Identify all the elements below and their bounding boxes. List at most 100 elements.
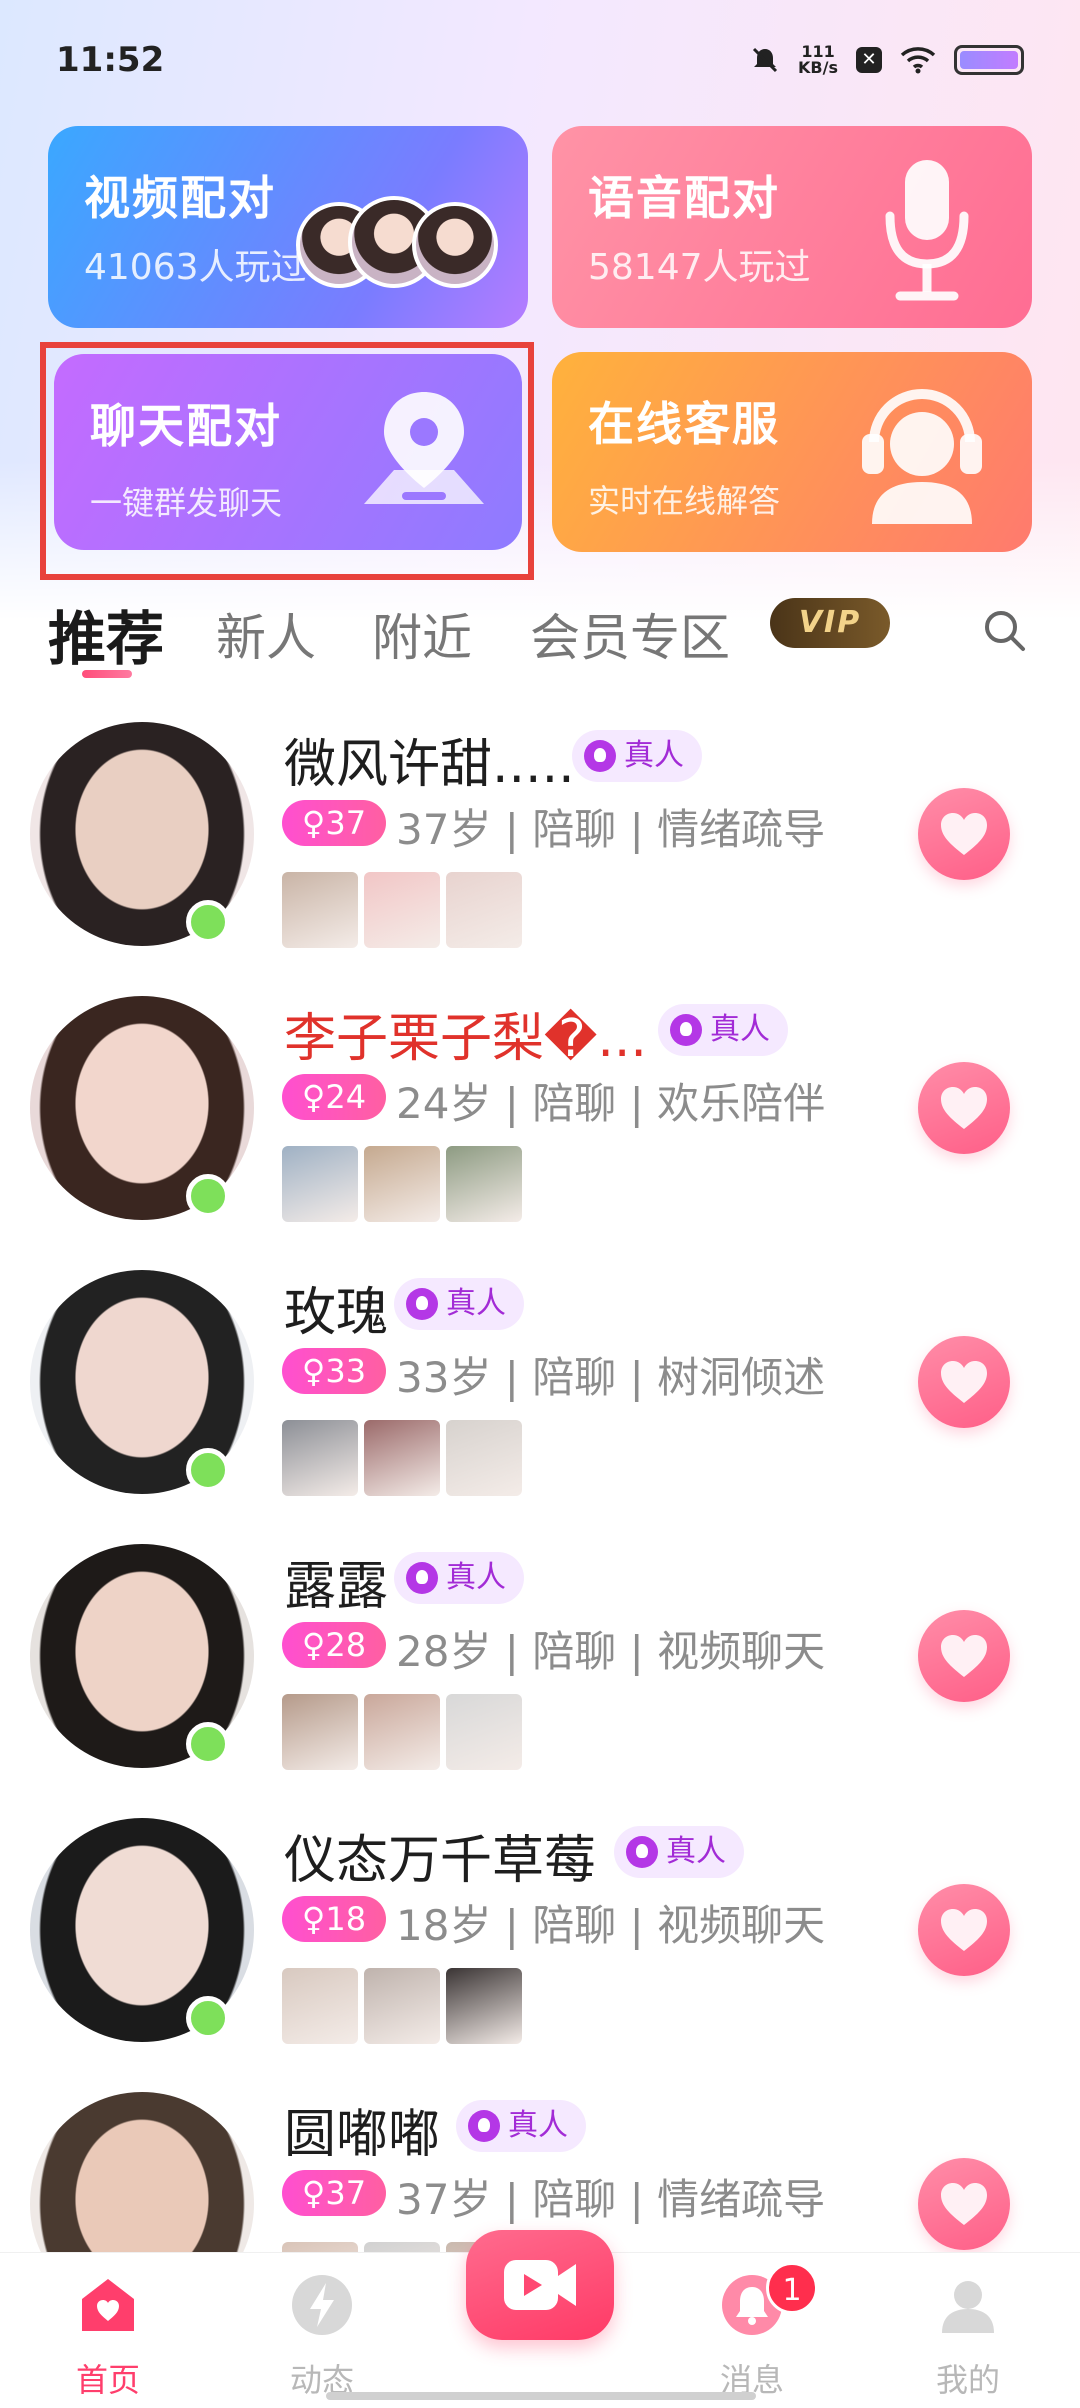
photo-thumbnail[interactable]: [446, 872, 522, 948]
user-tags: 37岁 | 陪聊 | 情绪疏导: [396, 805, 826, 854]
vip-badge[interactable]: VIP: [770, 598, 890, 648]
nav-mine[interactable]: 我的: [898, 2273, 1038, 2401]
status-icons: 111 KB/s ✕: [750, 44, 1024, 76]
photo-thumbnails: [282, 1146, 522, 1222]
like-button[interactable]: [918, 1884, 1010, 1976]
user-list-item[interactable]: 玫瑰 真人 ♀33 33岁 | 陪聊 | 树洞倾述: [0, 1248, 1080, 1522]
tab-new[interactable]: 新人: [216, 598, 316, 670]
photo-thumbnail[interactable]: [364, 1694, 440, 1770]
lightning-icon: [292, 2275, 352, 2335]
user-name: 仪态万千草莓: [284, 1831, 597, 1891]
avatar: [412, 202, 498, 288]
photo-thumbnail[interactable]: [364, 1420, 440, 1496]
online-status-dot: [186, 900, 230, 944]
photo-thumbnail[interactable]: [282, 1968, 358, 2044]
gender-age-badge: ♀37: [282, 2170, 386, 2216]
real-person-badge: 真人: [614, 1826, 744, 1878]
real-person-label: 真人: [666, 1834, 726, 1869]
photo-thumbnail[interactable]: [282, 1146, 358, 1222]
like-button[interactable]: [918, 1336, 1010, 1428]
video-match-title: 视频配对: [84, 171, 276, 225]
real-person-badge: 真人: [394, 1278, 524, 1330]
net-speed-unit: KB/s: [798, 58, 838, 77]
user-name: 露露: [284, 1557, 389, 1617]
photo-thumbnail[interactable]: [282, 1420, 358, 1496]
heart-icon: [941, 813, 987, 855]
like-button[interactable]: [918, 1062, 1010, 1154]
photo-thumbnail[interactable]: [446, 1146, 522, 1222]
user-tags: 28岁 | 陪聊 | 视频聊天: [396, 1627, 826, 1676]
verified-icon: [670, 1014, 702, 1046]
status-bar: 11:52 111 KB/s ✕: [0, 0, 1080, 120]
online-status-dot: [186, 1174, 230, 1218]
age-value: 18: [325, 1900, 367, 1938]
like-button[interactable]: [918, 1610, 1010, 1702]
photo-thumbnail[interactable]: [364, 872, 440, 948]
female-icon: ♀: [301, 1078, 326, 1116]
gender-age-badge: ♀18: [282, 1896, 386, 1942]
tab-recommend[interactable]: 推荐: [48, 592, 164, 676]
video-call-button[interactable]: [466, 2230, 614, 2340]
avatar-stack: [296, 196, 526, 296]
tab-vip-zone[interactable]: 会员专区: [530, 598, 730, 670]
age-value: 33: [325, 1352, 367, 1390]
video-camera-icon: [504, 2260, 576, 2310]
heart-icon: [941, 1087, 987, 1129]
verified-icon: [406, 1288, 438, 1320]
real-person-label: 真人: [508, 2108, 568, 2143]
heart-icon: [941, 2183, 987, 2225]
photo-thumbnail[interactable]: [282, 872, 358, 948]
user-list-item[interactable]: 李子栗子梨�... 真人 ♀24 24岁 | 陪聊 | 欢乐陪伴: [0, 974, 1080, 1248]
nav-moments[interactable]: 动态: [252, 2273, 392, 2401]
age-value: 37: [325, 804, 367, 842]
photo-thumbnail[interactable]: [446, 1968, 522, 2044]
microphone-icon: [885, 160, 969, 301]
user-name: 圆嘟嘟: [284, 2105, 441, 2165]
verified-icon: [406, 1562, 438, 1594]
voice-match-subtitle: 58147人玩过: [588, 247, 811, 288]
user-list-item[interactable]: 微风许甜..... 真人 ♀37 37岁 | 陪聊 | 情绪疏导: [0, 700, 1080, 974]
wifi-icon: [900, 47, 936, 74]
real-person-label: 真人: [710, 1012, 770, 1047]
nav-home[interactable]: 首页: [38, 2273, 178, 2401]
user-tags: 37岁 | 陪聊 | 情绪疏导: [396, 2175, 826, 2224]
photo-thumbnails: [282, 872, 522, 948]
search-icon[interactable]: [980, 606, 1030, 656]
real-person-label: 真人: [624, 738, 684, 773]
voice-match-title: 语音配对: [588, 171, 780, 225]
voice-match-card[interactable]: 语音配对 58147人玩过: [552, 126, 1032, 328]
video-match-card[interactable]: 视频配对 41063人玩过: [48, 126, 528, 328]
video-match-subtitle: 41063人玩过: [84, 247, 307, 288]
female-icon: ♀: [301, 1626, 326, 1664]
category-tabs: 推荐 新人 附近 会员专区 VIP: [0, 580, 1080, 680]
network-speed: 111 KB/s: [798, 44, 838, 76]
photo-thumbnail[interactable]: [446, 1420, 522, 1496]
user-list-item[interactable]: 仪态万千草莓 真人 ♀18 18岁 | 陪聊 | 视频聊天: [0, 1796, 1080, 2070]
age-value: 24: [325, 1078, 367, 1116]
tab-nearby[interactable]: 附近: [372, 598, 472, 670]
like-button[interactable]: [918, 2158, 1010, 2250]
messages-count-badge: 1: [766, 2262, 818, 2314]
gender-age-badge: ♀24: [282, 1074, 386, 1120]
photo-thumbnails: [282, 1968, 522, 2044]
nav-mine-label: 我的: [935, 2361, 1000, 2399]
online-service-card[interactable]: 在线客服 实时在线解答: [552, 352, 1032, 552]
nav-home-label: 首页: [75, 2361, 140, 2399]
heart-icon: [941, 1635, 987, 1677]
user-tags: 33岁 | 陪聊 | 树洞倾述: [396, 1353, 826, 1402]
gender-age-badge: ♀33: [282, 1348, 386, 1394]
female-icon: ♀: [301, 1352, 326, 1390]
user-list-item[interactable]: 露露 真人 ♀28 28岁 | 陪聊 | 视频聊天: [0, 1522, 1080, 1796]
mute-icon: [752, 47, 778, 73]
online-status-dot: [186, 1448, 230, 1492]
gender-age-badge: ♀28: [282, 1622, 386, 1668]
photo-thumbnail[interactable]: [282, 1694, 358, 1770]
photo-thumbnail[interactable]: [364, 1968, 440, 2044]
home-indicator: [326, 2392, 756, 2400]
user-tags: 24岁 | 陪聊 | 欢乐陪伴: [396, 1079, 826, 1128]
photo-thumbnail[interactable]: [364, 1146, 440, 1222]
photo-thumbnail[interactable]: [446, 1694, 522, 1770]
like-button[interactable]: [918, 788, 1010, 880]
status-time: 11:52: [56, 40, 165, 80]
heart-icon: [941, 1361, 987, 1403]
